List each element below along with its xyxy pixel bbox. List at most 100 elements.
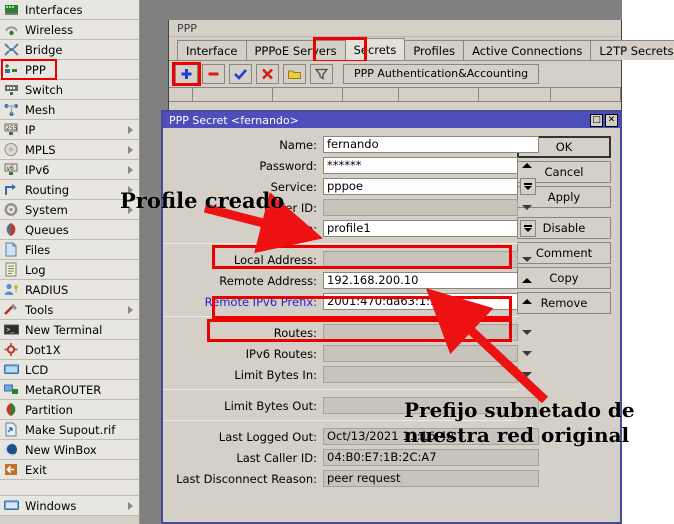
field-input-profile[interactable]: profile1 <box>323 220 518 237</box>
sidebar-item-files[interactable]: Files <box>0 240 139 260</box>
tab-interface[interactable]: Interface <box>177 40 247 60</box>
tab-secrets[interactable]: Secrets <box>345 38 406 60</box>
field-row-routes: Routes: <box>163 323 620 342</box>
sidebar-item-label: Make Supout.rif <box>25 423 139 437</box>
list-col-name <box>193 88 273 102</box>
toolbar-check-button[interactable] <box>229 64 252 84</box>
toolbar-filter-button[interactable] <box>310 64 333 84</box>
field-input-routes[interactable] <box>323 324 518 341</box>
sidebar-item-label: New Terminal <box>25 323 139 337</box>
list-col-caller-id <box>399 88 479 102</box>
sidebar-item-ppp[interactable]: PPP <box>0 60 139 80</box>
field-row-local-address: Local Address: <box>163 250 620 269</box>
field-input-local-address[interactable] <box>323 251 518 268</box>
tab-active-connections[interactable]: Active Connections <box>463 40 591 60</box>
sidebar-item-tools[interactable]: Tools <box>0 300 139 320</box>
sidebar-item-bridge[interactable]: Bridge <box>0 40 139 60</box>
sidebar-item-new-terminal[interactable]: >_New Terminal <box>0 320 139 340</box>
list-col-password <box>273 88 343 102</box>
toolbar-cross-button[interactable] <box>256 64 279 84</box>
chevron-right-icon <box>128 146 133 154</box>
ppp-window-title: PPP <box>177 22 197 35</box>
toolbar-folder-button[interactable] <box>283 64 306 84</box>
sidebar-item-dot1x[interactable]: Dot1X <box>0 340 139 360</box>
tab-l2tp-secrets[interactable]: L2TP Secrets <box>590 40 674 60</box>
sidebar-item-log[interactable]: Log <box>0 260 139 280</box>
tab-pppoe-servers[interactable]: PPPoE Servers <box>246 40 346 60</box>
field-input-remote-ipv6-prefix[interactable]: 2001:470:da63:1::/64 <box>323 293 518 310</box>
sidebar-item-routing[interactable]: Routing <box>0 180 139 200</box>
spinner-profile[interactable] <box>520 220 536 237</box>
sidebar-divider <box>0 480 139 496</box>
sidebar-item-label: IPv6 <box>25 163 128 177</box>
screenshot-root: InterfacesWirelessBridgePPPSwitchMesh255… <box>0 0 674 524</box>
sidebar-item-make-supout-rif[interactable]: Make Supout.rif <box>0 420 139 440</box>
sidebar-item-radius[interactable]: RADIUS <box>0 280 139 300</box>
list-col-service <box>343 88 399 102</box>
ppp-auth-accounting-button[interactable]: PPP Authentication&Accounting <box>343 64 539 84</box>
sidebar-item-ipv6[interactable]: v6IPv6 <box>0 160 139 180</box>
toolbar-minus-button[interactable] <box>202 64 225 84</box>
ppp-tabbar: InterfacePPPoE ServersSecretsProfilesAct… <box>169 37 621 61</box>
chevron-down-icon-local-address[interactable] <box>520 251 534 268</box>
sidebar-item-wireless[interactable]: Wireless <box>0 20 139 40</box>
sidebar-item-label: Queues <box>25 223 139 237</box>
sidebar-item-switch[interactable]: Switch <box>0 80 139 100</box>
sidebar-item-label: Switch <box>25 83 139 97</box>
field-input-last-caller-id[interactable]: 04:B0:E7:1B:2C:A7 <box>323 449 539 466</box>
chevron-down-icon-routes[interactable] <box>520 324 534 341</box>
windows-icon <box>3 498 20 513</box>
sidebar-item-label: Windows <box>25 499 128 513</box>
winbox-icon <box>3 442 20 457</box>
ip-icon: 255 <box>3 122 20 137</box>
sidebar-item-metarouter[interactable]: MetaROUTER <box>0 380 139 400</box>
field-label-last-disconnect-reason: Last Disconnect Reason: <box>163 472 323 486</box>
sidebar-item-label: Partition <box>25 403 139 417</box>
field-input-remote-address[interactable]: 192.168.200.10 <box>323 272 518 289</box>
sidebar-item-lcd[interactable]: LCD <box>0 360 139 380</box>
mesh-icon <box>3 102 20 117</box>
field-input-password[interactable]: ****** <box>323 157 518 174</box>
sidebar-item-new-winbox[interactable]: New WinBox <box>0 440 139 460</box>
sidebar-item-interfaces[interactable]: Interfaces <box>0 0 139 20</box>
field-input-ipv6-routes[interactable] <box>323 345 518 362</box>
spinner-service[interactable] <box>520 178 536 195</box>
field-input-last-disconnect-reason[interactable]: peer request <box>323 470 539 487</box>
chevron-down-icon-caller-id[interactable] <box>520 199 534 216</box>
sidebar-item-partition[interactable]: Partition <box>0 400 139 420</box>
list-col-remote <box>551 88 621 102</box>
chevron-up-icon-remote-address[interactable] <box>520 272 534 289</box>
close-icon[interactable]: ✕ <box>605 114 618 127</box>
chevron-down-icon-ipv6-routes[interactable] <box>520 345 534 362</box>
field-label-limit-bytes-out: Limit Bytes Out: <box>163 399 323 413</box>
wireless-icon <box>3 22 20 37</box>
chevron-up-icon-remote-ipv6-prefix[interactable] <box>520 293 534 310</box>
field-label-name: Name: <box>163 138 323 152</box>
sidebar-item-label: LCD <box>25 363 139 377</box>
field-input-name[interactable]: fernando <box>323 136 539 153</box>
field-input-caller-id[interactable] <box>323 199 518 216</box>
field-row-name: Name:fernando <box>163 135 620 154</box>
field-input-limit-bytes-in[interactable] <box>323 366 518 383</box>
maximize-icon[interactable]: □ <box>590 114 603 127</box>
field-label-local-address: Local Address: <box>163 253 323 267</box>
dot1x-icon <box>3 342 20 357</box>
tab-profiles[interactable]: Profiles <box>404 40 464 60</box>
sidebar-item-mesh[interactable]: Mesh <box>0 100 139 120</box>
metarouter-icon <box>3 382 20 397</box>
sidebar-item-mpls[interactable]: MPLS <box>0 140 139 160</box>
sidebar-item-label: Files <box>25 243 139 257</box>
sidebar-item-ip[interactable]: 255IP <box>0 120 139 140</box>
system-icon <box>3 202 20 217</box>
chevron-down-icon-limit-bytes-in[interactable] <box>520 366 534 383</box>
chevron-up-icon-password[interactable] <box>520 157 534 174</box>
toolbar-plus-button[interactable] <box>175 64 198 84</box>
ppp-secret-dialog: PPP Secret <fernando> □ ✕ Name:fernandoP… <box>161 110 622 524</box>
sidebar-item-system[interactable]: System <box>0 200 139 220</box>
sidebar-item-exit[interactable]: Exit <box>0 460 139 480</box>
sidebar-item-queues[interactable]: Queues <box>0 220 139 240</box>
routing-icon <box>3 182 20 197</box>
sidebar-item-windows[interactable]: Windows <box>0 496 139 516</box>
field-input-service[interactable]: pppoe <box>323 178 518 195</box>
field-row-remote-address: Remote Address:192.168.200.10 <box>163 271 620 290</box>
